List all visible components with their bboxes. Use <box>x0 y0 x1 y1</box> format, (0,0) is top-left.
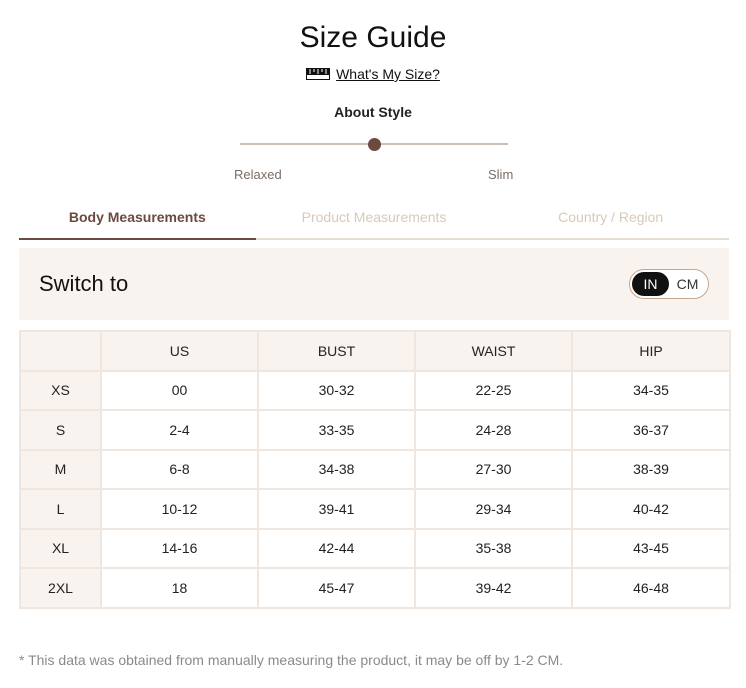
table-cell: 34-35 <box>571 369 731 411</box>
size-table: US BUST WAIST HIP XS 00 30-32 22-25 34-3… <box>19 330 731 609</box>
size-label-cell: 2XL <box>19 567 102 609</box>
measurement-tabs: Body Measurements Product Measurements C… <box>19 200 729 240</box>
table-cell: 10-12 <box>100 488 259 530</box>
table-header-cell: BUST <box>257 330 416 372</box>
table-row: XS 00 30-32 22-25 34-35 <box>19 369 731 411</box>
page-title: Size Guide <box>299 21 447 54</box>
slider-label-slim: Slim <box>488 167 514 182</box>
whats-my-size-link[interactable]: What's My Size? <box>336 66 440 82</box>
slider-label-relaxed: Relaxed <box>234 167 282 182</box>
table-header-cell: US <box>100 330 259 372</box>
table-cell: 6-8 <box>100 448 259 490</box>
table-cell: 34-38 <box>257 448 416 490</box>
table-cell: 18 <box>100 567 259 609</box>
table-cell: 38-39 <box>571 448 731 490</box>
table-cell: 36-37 <box>571 409 731 451</box>
table-cell: 00 <box>100 369 259 411</box>
size-label-cell: L <box>19 488 102 530</box>
size-label-cell: XS <box>19 369 102 411</box>
table-cell: 42-44 <box>257 527 416 569</box>
table-cell: 40-42 <box>571 488 731 530</box>
tab-product-measurements[interactable]: Product Measurements <box>256 200 493 238</box>
table-header-row: US BUST WAIST HIP <box>19 330 731 372</box>
measurement-footnote: * This data was obtained from manually m… <box>19 652 564 668</box>
unit-switch-bar: Switch to IN CM <box>19 248 729 320</box>
size-label-cell: M <box>19 448 102 490</box>
about-style-heading: About Style <box>334 104 412 120</box>
size-label-cell: S <box>19 409 102 451</box>
unit-option-in[interactable]: IN <box>632 272 669 296</box>
table-cell: 14-16 <box>100 527 259 569</box>
table-cell: 45-47 <box>257 567 416 609</box>
table-cell: 22-25 <box>414 369 573 411</box>
table-row: XL 14-16 42-44 35-38 43-45 <box>19 527 731 569</box>
table-cell: 39-42 <box>414 567 573 609</box>
table-header-cell: HIP <box>571 330 731 372</box>
table-cell: 43-45 <box>571 527 731 569</box>
table-cell: 24-28 <box>414 409 573 451</box>
table-cell: 29-34 <box>414 488 573 530</box>
table-cell: 33-35 <box>257 409 416 451</box>
table-cell: 35-38 <box>414 527 573 569</box>
table-cell: 46-48 <box>571 567 731 609</box>
table-row: 2XL 18 45-47 39-42 46-48 <box>19 567 731 609</box>
table-header-cell <box>19 330 102 372</box>
whats-my-size-row: What's My Size? <box>0 66 746 82</box>
unit-toggle[interactable]: IN CM <box>629 269 709 299</box>
unit-option-cm[interactable]: CM <box>669 272 706 296</box>
table-cell: 30-32 <box>257 369 416 411</box>
table-row: M 6-8 34-38 27-30 38-39 <box>19 448 731 490</box>
table-row: S 2-4 33-35 24-28 36-37 <box>19 409 731 451</box>
table-header-cell: WAIST <box>414 330 573 372</box>
size-label-cell: XL <box>19 527 102 569</box>
table-row: L 10-12 39-41 29-34 40-42 <box>19 488 731 530</box>
table-cell: 27-30 <box>414 448 573 490</box>
tab-country-region[interactable]: Country / Region <box>492 200 729 238</box>
table-cell: 39-41 <box>257 488 416 530</box>
tab-body-measurements[interactable]: Body Measurements <box>19 200 256 240</box>
ruler-icon <box>306 68 331 80</box>
switch-to-label: Switch to <box>39 271 129 296</box>
table-cell: 2-4 <box>100 409 259 451</box>
style-slider-thumb[interactable] <box>367 138 381 151</box>
